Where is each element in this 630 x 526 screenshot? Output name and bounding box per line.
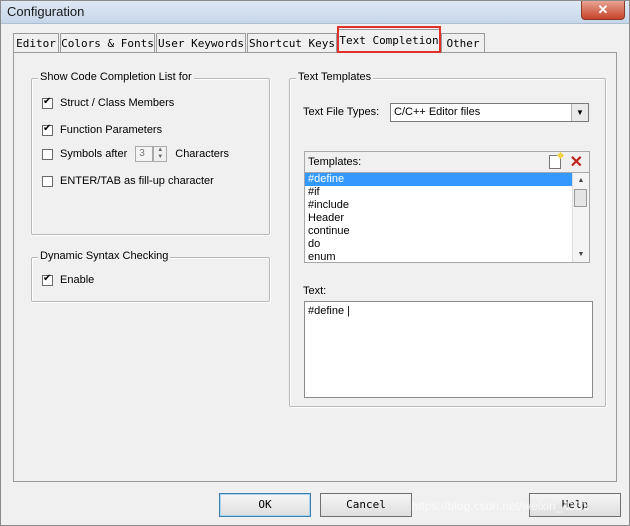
list-item[interactable]: #if [305, 186, 589, 199]
list-item[interactable]: #include [305, 199, 589, 212]
function-params-option[interactable]: Function Parameters [42, 123, 162, 137]
enable-checkbox[interactable] [42, 273, 53, 286]
scroll-up-icon[interactable]: ▲ [573, 173, 589, 188]
templates-scrollbar[interactable]: ▲ ▼ [572, 173, 589, 262]
symbols-count-input[interactable]: 3 [135, 146, 154, 162]
new-template-icon[interactable] [549, 155, 561, 169]
text-templates-group: Text Templates Text File Types: C/C++ Ed… [289, 71, 606, 407]
function-params-checkbox[interactable] [42, 123, 53, 136]
symbols-after-option[interactable]: Symbols after 3 ▲ ▼ Characters [42, 146, 230, 162]
tab-editor[interactable]: Editor [13, 33, 59, 52]
list-item[interactable]: #define [305, 173, 589, 186]
file-types-select[interactable]: C/C++ Editor files ▼ [390, 103, 589, 122]
enter-tab-checkbox[interactable] [42, 175, 53, 187]
syntax-checking-group: Dynamic Syntax Checking Enable [31, 250, 270, 302]
function-params-label: Function Parameters [60, 124, 163, 136]
templates-list[interactable]: #define #if #include Header continue do … [304, 172, 590, 263]
title-bar[interactable]: Configuration ✕ [1, 1, 629, 24]
list-item[interactable]: enum [305, 251, 589, 262]
completion-group: Show Code Completion List for Struct / C… [31, 71, 270, 235]
struct-members-checkbox[interactable] [42, 96, 53, 109]
enable-option[interactable]: Enable [42, 273, 94, 287]
syntax-group-title: Dynamic Syntax Checking [38, 250, 171, 262]
symbols-after-label: Symbols after [60, 148, 128, 160]
enable-label: Enable [60, 274, 95, 286]
text-label: Text: [303, 285, 327, 297]
window-title: Configuration [7, 4, 85, 19]
completion-group-title: Show Code Completion List for [38, 71, 194, 83]
list-item[interactable]: do [305, 238, 589, 251]
templates-group-title: Text Templates [296, 71, 374, 83]
symbols-count-stepper[interactable]: ▲ ▼ [153, 146, 168, 162]
close-icon[interactable]: ✕ [581, 1, 625, 20]
characters-label: Characters [175, 148, 230, 160]
struct-members-option[interactable]: Struct / Class Members [42, 96, 174, 110]
tab-user-keywords[interactable]: User Keywords [156, 33, 246, 52]
tab-text-completion[interactable]: Text Completion [338, 29, 440, 52]
templates-header: Templates: ✕ [304, 151, 590, 173]
tab-page: Show Code Completion List for Struct / C… [13, 52, 617, 482]
tab-other[interactable]: Other [441, 33, 485, 52]
list-item[interactable]: continue [305, 225, 589, 238]
enter-tab-option[interactable]: ENTER/TAB as fill-up character [42, 174, 214, 188]
file-types-value: C/C++ Editor files [394, 106, 481, 118]
stepper-down-icon[interactable]: ▼ [154, 154, 166, 161]
configuration-dialog: Configuration ✕ Editor Colors & Fonts Us… [0, 0, 630, 526]
delete-template-icon[interactable]: ✕ [570, 152, 583, 172]
scroll-down-icon[interactable]: ▼ [573, 247, 589, 262]
scroll-thumb[interactable] [574, 189, 587, 207]
tab-colors-fonts[interactable]: Colors & Fonts [60, 33, 155, 52]
tab-shortcut-keys[interactable]: Shortcut Keys [247, 33, 337, 52]
symbols-after-checkbox[interactable] [42, 148, 53, 160]
watermark-text: https://blog.csdn.net/weixin_4332 [411, 499, 589, 513]
file-types-label: Text File Types: [303, 106, 380, 118]
templates-label: Templates: [308, 156, 362, 168]
enter-tab-label: ENTER/TAB as fill-up character [60, 175, 214, 187]
chevron-down-icon[interactable]: ▼ [571, 104, 588, 121]
cancel-button[interactable]: Cancel [320, 493, 412, 517]
struct-members-label: Struct / Class Members [60, 97, 175, 109]
stepper-up-icon[interactable]: ▲ [154, 147, 166, 154]
template-text-area[interactable]: #define | [304, 301, 593, 398]
ok-button[interactable]: OK [219, 493, 311, 517]
list-item[interactable]: Header [305, 212, 589, 225]
